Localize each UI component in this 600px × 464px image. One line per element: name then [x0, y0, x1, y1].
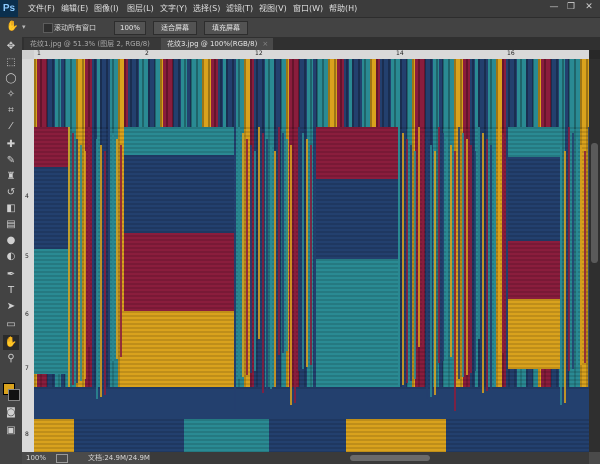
pen-icon[interactable]: ✒ — [3, 267, 19, 282]
restore-icon[interactable]: ❐ — [565, 2, 577, 13]
ruler-origin[interactable] — [22, 50, 34, 59]
menu-file[interactable]: 文件(F) — [28, 3, 55, 14]
document-size: 文档:24.9M/24.9M — [88, 454, 150, 462]
menu-view[interactable]: 视图(V) — [259, 3, 287, 14]
move-icon[interactable]: ✥ — [3, 39, 19, 54]
menu-window[interactable]: 窗口(W) — [293, 3, 323, 14]
close-tab-icon[interactable]: × — [262, 40, 268, 48]
screen-mode-icon[interactable]: ▣ — [3, 423, 19, 438]
clone-stamp-icon[interactable]: ♜ — [3, 169, 19, 184]
photoshop-logo[interactable]: Ps — [0, 0, 18, 17]
healing-brush-icon[interactable]: ✚ — [3, 137, 19, 152]
zoom-icon[interactable]: ⚲ — [3, 351, 19, 366]
tools-panel: ✥ ⬚ ◯ ✧ ⌗ ⁄ ✚ ✎ ♜ ↺ ◧ ▤ ● ◐ ✒ T ➤ ▭ ✋ ⚲ … — [0, 37, 23, 464]
ruler-label: 1 — [37, 50, 41, 57]
fit-screen-button[interactable]: 适合屏幕 — [153, 21, 197, 35]
hand-icon[interactable]: ✋ — [6, 21, 18, 32]
menu-edit[interactable]: 编辑(E) — [61, 3, 88, 14]
menu-select[interactable]: 选择(S) — [193, 3, 220, 14]
tool-preset-dropdown[interactable]: ▾ — [22, 23, 26, 31]
pattern-image — [34, 59, 589, 452]
gradient-icon[interactable]: ▤ — [3, 217, 19, 232]
horizontal-scrollbar[interactable] — [150, 452, 589, 464]
menu-filter[interactable]: 滤镜(T) — [226, 3, 253, 14]
brush-icon[interactable]: ✎ — [3, 153, 19, 168]
close-icon[interactable]: ✕ — [583, 2, 595, 13]
menu-type[interactable]: 文字(Y) — [160, 3, 187, 14]
menu-layer[interactable]: 图层(L) — [127, 3, 154, 14]
fill-screen-button[interactable]: 填充屏幕 — [204, 21, 248, 35]
ruler-label: 6 — [25, 311, 29, 318]
ruler-label: 8 — [25, 431, 29, 438]
rectangle-icon[interactable]: ▭ — [3, 317, 19, 332]
magic-wand-icon[interactable]: ✧ — [3, 87, 19, 102]
scroll-all-windows-label: 滚动所有窗口 — [54, 24, 96, 32]
type-icon[interactable]: T — [3, 283, 19, 298]
status-icon — [56, 454, 68, 463]
ruler-label: 16 — [507, 50, 515, 57]
tab-label: 花纹3.jpg @ 100%(RGB/8) — [167, 40, 258, 48]
options-bar: ✋ ▾ 滚动所有窗口 100% 适合屏幕 填充屏幕 — [0, 17, 600, 39]
ruler-label: 12 — [255, 50, 263, 57]
history-brush-icon[interactable]: ↺ — [3, 185, 19, 200]
blur-icon[interactable]: ● — [3, 233, 19, 248]
tab-document-1[interactable]: 花纹1.jpg @ 51.3% (图层 2, RGB/8) *× — [24, 38, 164, 60]
minimize-icon[interactable]: — — [548, 2, 560, 13]
zoom-level[interactable]: 100% — [26, 452, 46, 464]
menu-help[interactable]: 帮助(H) — [329, 3, 357, 14]
scrollbar-thumb[interactable] — [350, 455, 430, 461]
crop-icon[interactable]: ⌗ — [3, 103, 19, 118]
quick-mask-icon[interactable]: ◙ — [3, 405, 19, 420]
ruler-label: 14 — [396, 50, 404, 57]
background-color-swatch[interactable] — [8, 389, 20, 401]
hand-icon[interactable]: ✋ — [3, 335, 19, 350]
vertical-ruler[interactable]: 4 5 6 7 8 — [22, 59, 34, 452]
ruler-label: 5 — [25, 253, 29, 260]
document-canvas[interactable] — [34, 59, 589, 452]
document-tabs: 花纹1.jpg @ 51.3% (图层 2, RGB/8) *× 花纹3.jpg… — [22, 37, 600, 60]
menu-image[interactable]: 图像(I) — [94, 3, 119, 14]
marquee-icon[interactable]: ⬚ — [3, 55, 19, 70]
eraser-icon[interactable]: ◧ — [3, 201, 19, 216]
ruler-label: 4 — [25, 193, 29, 200]
lasso-icon[interactable]: ◯ — [3, 71, 19, 86]
vertical-scrollbar[interactable] — [589, 59, 600, 452]
zoom-100-button[interactable]: 100% — [114, 21, 146, 35]
ruler-label: 7 — [25, 365, 29, 372]
scroll-all-windows-checkbox[interactable] — [43, 23, 53, 33]
menu-bar: Ps 文件(F) 编辑(E) 图像(I) 图层(L) 文字(Y) 选择(S) 滤… — [0, 0, 600, 17]
scrollbar-thumb[interactable] — [591, 143, 598, 263]
eyedropper-icon[interactable]: ⁄ — [3, 119, 19, 134]
horizontal-ruler[interactable]: 1 2 12 14 16 — [34, 50, 589, 59]
path-selection-icon[interactable]: ➤ — [3, 299, 19, 314]
ruler-label: 2 — [145, 50, 149, 57]
dodge-icon[interactable]: ◐ — [3, 249, 19, 264]
tab-document-2[interactable]: 花纹3.jpg @ 100%(RGB/8) × — [161, 38, 273, 50]
